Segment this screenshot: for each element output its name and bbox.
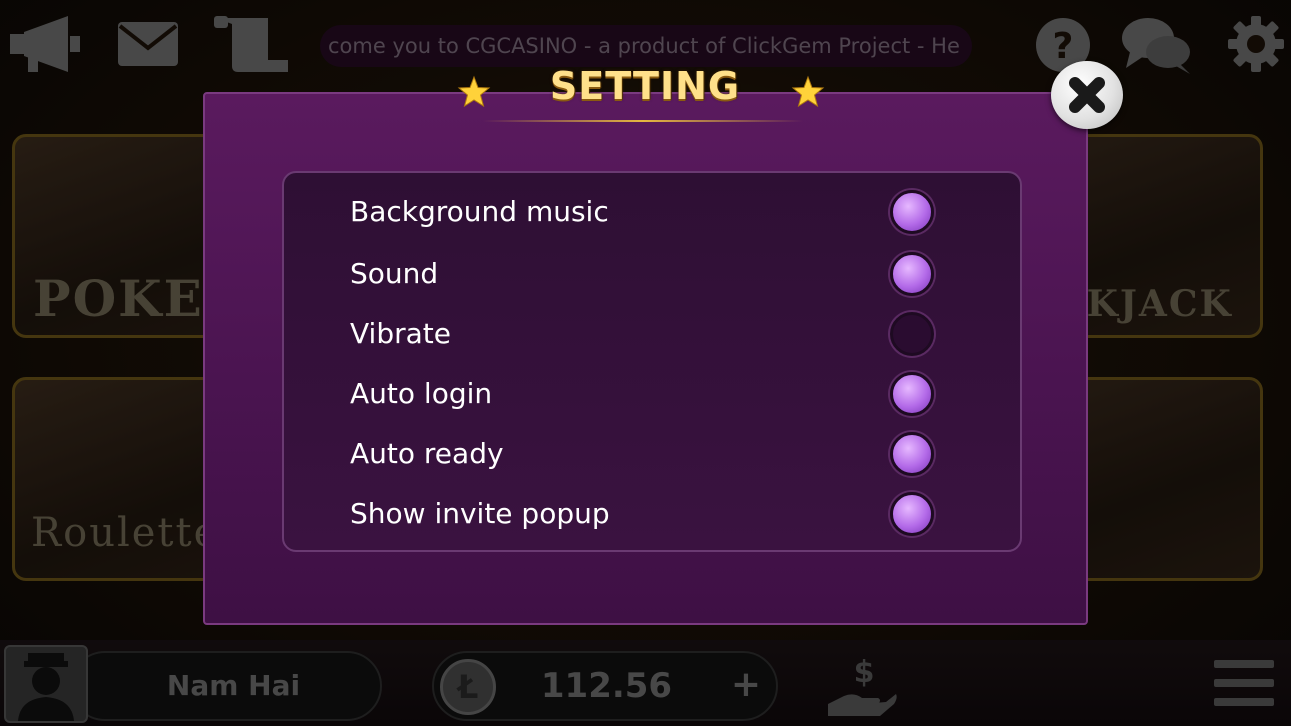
title-divider <box>483 120 803 122</box>
setting-label: Auto login <box>350 377 493 410</box>
setting-label: Sound <box>350 257 439 290</box>
close-button[interactable] <box>1051 61 1123 129</box>
auto-ready-toggle[interactable] <box>890 432 934 476</box>
auto-login-toggle[interactable] <box>890 372 934 416</box>
star-icon <box>791 75 825 108</box>
vibrate-toggle[interactable] <box>890 312 934 356</box>
setting-row-background-music: Background music <box>284 187 1024 237</box>
setting-label: Auto ready <box>350 437 504 470</box>
setting-row-auto-ready: Auto ready <box>284 429 1024 479</box>
star-icon <box>457 75 491 108</box>
setting-label: Vibrate <box>350 317 451 350</box>
setting-row-auto-login: Auto login <box>284 369 1024 419</box>
setting-row-sound: Sound <box>284 249 1024 299</box>
close-icon <box>1069 77 1105 113</box>
show-invite-popup-toggle[interactable] <box>890 492 934 536</box>
setting-label: Show invite popup <box>350 497 610 530</box>
settings-panel: Background music Sound Vibrate Auto logi… <box>282 171 1022 552</box>
setting-label: Background music <box>350 195 609 228</box>
setting-row-vibrate: Vibrate <box>284 309 1024 359</box>
dialog-title: SETTING <box>549 64 741 108</box>
setting-row-show-invite-popup: Show invite popup <box>284 489 1024 539</box>
sound-toggle[interactable] <box>890 252 934 296</box>
background-music-toggle[interactable] <box>890 190 934 234</box>
